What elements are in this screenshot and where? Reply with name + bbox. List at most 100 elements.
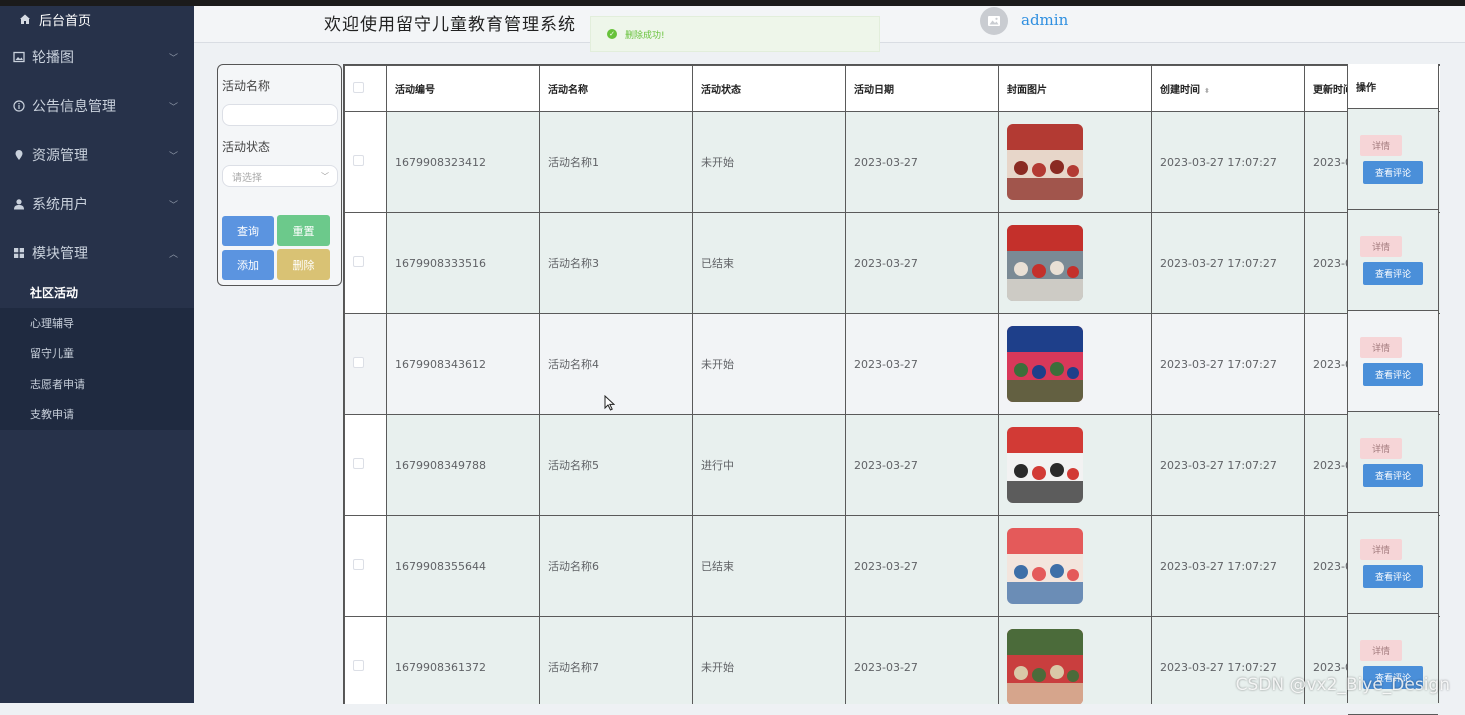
row-checkbox[interactable] — [353, 256, 364, 267]
submenu-counseling[interactable]: 心理辅导 — [0, 307, 194, 338]
view-comments-button[interactable]: 查看评论 — [1363, 565, 1423, 588]
add-button[interactable]: 添加 — [222, 250, 274, 280]
watermark: CSDN @vx2_Biye_Design — [1235, 675, 1450, 695]
sidebar-item-users[interactable]: 系统用户 ﹀ — [0, 179, 194, 228]
activity-name-input[interactable] — [222, 104, 338, 126]
cover-image[interactable] — [1007, 124, 1083, 200]
sidebar: 后台首页 轮播图 ﹀ 公告信息管理 ﹀ 资源管理 ﹀ 系统用户 ﹀ 模块管理 ︿ — [0, 6, 194, 703]
select-placeholder: 请选择 — [232, 172, 262, 184]
column-header: 操作 — [1348, 64, 1438, 109]
cell-activity-name: 活动名称4 — [539, 313, 693, 415]
delete-button[interactable]: 删除 — [277, 249, 330, 280]
table-row[interactable]: 1679908323412 活动名称1 未开始 2023-03-27 2023-03-2… — [344, 111, 1440, 213]
sidebar-item-notice[interactable]: 公告信息管理 ﹀ — [0, 81, 194, 130]
chevron-down-icon: ﹀ — [168, 152, 178, 162]
detail-button[interactable]: 详情 — [1360, 236, 1402, 257]
cover-image[interactable] — [1007, 427, 1083, 503]
row-checkbox[interactable] — [353, 458, 364, 469]
submenu-community-activity[interactable]: 社区活动 — [0, 277, 194, 308]
cell-cover-image — [998, 212, 1152, 314]
row-select-cell[interactable] — [344, 212, 387, 314]
table-row[interactable]: 1679908333516 活动名称3 已结束 2023-03-27 2023-03-2… — [344, 212, 1440, 314]
cell-activity-id: 1679908323412 — [386, 111, 540, 213]
cover-image[interactable] — [1007, 629, 1083, 704]
sidebar-item-carousel[interactable]: 轮播图 ﹀ — [0, 32, 194, 81]
detail-button[interactable]: 详情 — [1360, 438, 1402, 459]
sidebar-item-label: 公告信息管理 — [32, 98, 116, 115]
row-checkbox[interactable] — [353, 559, 364, 570]
row-select-cell[interactable] — [344, 313, 387, 415]
view-comments-button[interactable]: 查看评论 — [1363, 262, 1423, 285]
cell-activity-status: 已结束 — [692, 212, 846, 314]
detail-button[interactable]: 详情 — [1360, 135, 1402, 156]
sidebar-item-label: 模块管理 — [32, 245, 88, 262]
detail-button[interactable]: 详情 — [1360, 539, 1402, 560]
cover-image[interactable] — [1007, 326, 1083, 402]
detail-button[interactable]: 详情 — [1360, 640, 1402, 661]
operations-column: 操作 详情 查看评论 详情 查看评论 详情 查看评论 详情 查看评论 详情 查看评论 详情 查看评论 — [1347, 64, 1439, 715]
column-header: 活动编号 — [386, 65, 540, 112]
sidebar-home-label: 后台首页 — [39, 13, 92, 29]
row-select-cell[interactable] — [344, 111, 387, 213]
view-comments-button[interactable]: 查看评论 — [1363, 363, 1423, 386]
cover-image[interactable] — [1007, 528, 1083, 604]
home-icon — [18, 13, 31, 26]
cell-activity-status: 已结束 — [692, 515, 846, 617]
submenu-volunteer-application[interactable]: 志愿者申请 — [0, 368, 194, 399]
mouse-cursor-icon — [604, 394, 616, 415]
cell-activity-id: 1679908343612 — [386, 313, 540, 415]
column-header-sortable[interactable]: 创建时间 ⬍ — [1151, 65, 1305, 112]
toast-message: 删除成功! — [625, 30, 665, 41]
sidebar-item-resource[interactable]: 资源管理 ﹀ — [0, 130, 194, 179]
detail-button[interactable]: 详情 — [1360, 337, 1402, 358]
cover-image[interactable] — [1007, 225, 1083, 301]
cell-cover-image — [998, 414, 1152, 516]
view-comments-button[interactable]: 查看评论 — [1363, 161, 1423, 184]
view-comments-button[interactable]: 查看评论 — [1363, 464, 1423, 487]
table-header-row: 活动编号 活动名称 活动状态 活动日期 封面图片 创建时间 ⬍ 更新时间 — [344, 65, 1440, 112]
cell-created-time: 2023-03-27 17:07:27 — [1151, 313, 1305, 415]
activity-status-label: 活动状态 — [222, 140, 271, 154]
sidebar-item-label: 资源管理 — [32, 147, 88, 164]
row-checkbox[interactable] — [353, 357, 364, 368]
chevron-up-icon: ︿ — [168, 250, 178, 260]
cell-cover-image — [998, 515, 1152, 617]
column-header: 活动状态 — [692, 65, 846, 112]
reset-button[interactable]: 重置 — [277, 215, 330, 246]
cell-cover-image — [998, 616, 1152, 704]
cell-activity-name: 活动名称1 — [539, 111, 693, 213]
operations-cell: 详情 查看评论 — [1348, 109, 1438, 210]
table-row[interactable]: 1679908349788 活动名称5 进行中 2023-03-27 2023-03-2… — [344, 414, 1440, 516]
row-select-cell[interactable] — [344, 414, 387, 516]
row-checkbox[interactable] — [353, 660, 364, 671]
avatar[interactable] — [980, 7, 1008, 35]
sidebar-item-modules[interactable]: 模块管理 ︿ — [0, 228, 194, 277]
select-all-cell[interactable] — [344, 65, 387, 112]
query-button[interactable]: 查询 — [222, 216, 274, 246]
cell-activity-status: 未开始 — [692, 616, 846, 704]
user-icon — [12, 197, 25, 210]
picture-placeholder-icon — [988, 16, 1000, 26]
activity-name-label: 活动名称 — [222, 79, 271, 93]
table-row[interactable]: 1679908355644 活动名称6 已结束 2023-03-27 2023-03-2… — [344, 515, 1440, 617]
cell-cover-image — [998, 313, 1152, 415]
chevron-down-icon: ﹀ — [168, 201, 178, 211]
cell-created-time: 2023-03-27 17:07:27 — [1151, 414, 1305, 516]
select-all-checkbox[interactable] — [353, 81, 364, 93]
cell-activity-id: 1679908333516 — [386, 212, 540, 314]
row-select-cell[interactable] — [344, 616, 387, 704]
info-icon — [12, 99, 25, 112]
submenu-left-behind-children[interactable]: 留守儿童 — [0, 338, 194, 369]
submenu-teaching-application[interactable]: 支教申请 — [0, 399, 194, 430]
cell-activity-date: 2023-03-27 — [845, 414, 999, 516]
table-row[interactable]: 1679908343612 活动名称4 未开始 2023-03-27 2023-03-2… — [344, 313, 1440, 415]
operations-cell: 详情 查看评论 — [1348, 513, 1438, 614]
row-checkbox[interactable] — [353, 155, 364, 166]
cell-activity-id: 1679908349788 — [386, 414, 540, 516]
sidebar-item-home[interactable]: 后台首页 — [0, 6, 194, 32]
row-select-cell[interactable] — [344, 515, 387, 617]
operations-cell: 详情 查看评论 — [1348, 412, 1438, 513]
username[interactable]: admin — [1021, 11, 1068, 29]
sort-icon[interactable]: ⬍ — [1204, 87, 1210, 95]
activity-status-select[interactable]: 请选择 ﹀ — [222, 165, 338, 187]
